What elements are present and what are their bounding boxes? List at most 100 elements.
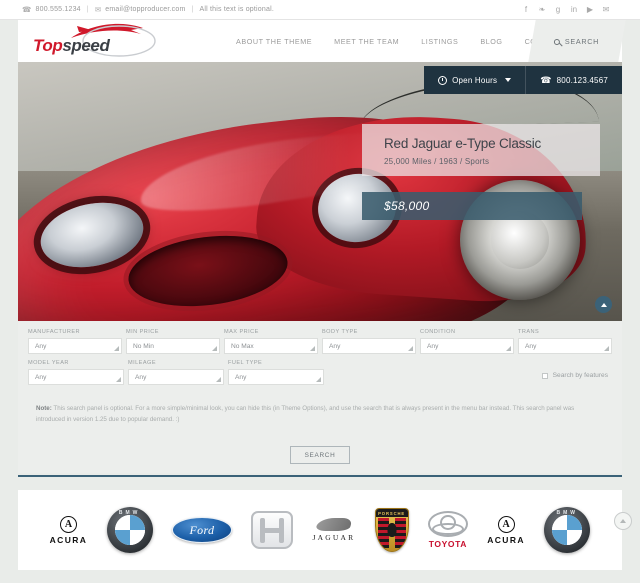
select-condition[interactable]: Any [420,338,514,354]
filter-label-body-type: BODY TYPE [322,329,358,335]
phone-icon: ☎ [540,74,552,85]
select-value-mileage: Any [135,373,147,381]
select-value-min-price: No Min [133,342,154,350]
phone-icon: ☎ [22,4,32,14]
filter-label-trans: TRANS [518,329,540,335]
footer-edge [0,570,640,583]
hero-scroll-up-button[interactable] [595,296,612,313]
facebook-icon[interactable]: f [522,6,530,14]
brand-logo-honda[interactable] [251,511,294,549]
dropdown-corner-icon [316,377,321,382]
filter-body-type: BODY TYPE Any [322,329,416,354]
filter-trans: TRANS Any [518,329,612,354]
nav-item-listings[interactable]: LISTINGS [421,37,458,46]
porsche-label: PORSCHE [378,510,406,516]
search-panel-note: Note: This search panel is optional. For… [36,403,604,426]
social-links: f ❧ g in ▶ ✉ [522,0,610,20]
open-hours-button[interactable]: Open Hours [424,66,525,94]
search-by-features-label: Search by features [552,372,608,379]
select-value-manufacturer: Any [35,342,47,350]
hero-title: Red Jaguar e-Type Classic [384,136,542,151]
hero-subtitle: 25,000 Miles / 1963 / Sports [384,157,490,166]
select-mileage[interactable]: Any [128,369,224,385]
dropdown-corner-icon [310,346,315,351]
topbar-separator-2: | [191,6,194,13]
section-divider [18,475,622,477]
search-submit-button[interactable]: SEARCH [290,446,350,464]
filter-row-1: MANUFACTURER Any MIN PRICE No Min MAX PR… [18,321,622,354]
envelope-icon: ✉ [94,4,102,14]
linkedin-icon[interactable]: in [570,6,578,14]
select-body-type[interactable]: Any [322,338,416,354]
brand-logo-acura-2[interactable]: ACURA [487,515,525,545]
logo-text-speed: speed [62,36,110,55]
filter-label-max-price: MAX PRICE [224,329,259,335]
brand-logo-bmw[interactable]: BMW [106,507,153,553]
dropdown-corner-icon [114,346,119,351]
brand-logo-bmw-2[interactable]: BMW [544,507,591,553]
filter-label-fuel-type: FUEL TYPE [228,360,263,366]
dropdown-corner-icon [408,346,413,351]
search-by-features-checkbox[interactable]: Search by features [541,372,608,379]
logo-text-top: Top [33,36,63,55]
filter-min-price: MIN PRICE No Min [126,329,220,354]
main-navigation: ABOUT THE THEME MEET THE TEAM LISTINGS B… [236,20,576,62]
twitter-icon[interactable]: ❧ [538,6,546,14]
filter-condition: CONDITION Any [420,329,514,354]
checkbox-icon[interactable] [541,372,548,379]
select-fuel-type[interactable]: Any [228,369,324,385]
chevron-up-icon [600,302,607,307]
hero-price-value: $58,000 [384,199,430,213]
header-search-label: SEARCH [565,36,600,46]
hero-phone[interactable]: ☎ 800.123.4567 [525,66,622,94]
filter-label-model-year: MODEL YEAR [28,360,69,366]
hero-banner: Open Hours ☎ 800.123.4567 Red Jaguar e-T… [18,62,622,321]
ford-oval-icon: Ford [171,517,232,543]
chevron-up-icon [620,519,626,523]
honda-h-icon [251,511,294,549]
topbar-email[interactable]: email@topproducer.com [105,6,185,13]
select-max-price[interactable]: No Max [224,338,318,354]
brand-logo-ford[interactable]: Ford [171,517,232,543]
brand-logo-toyota[interactable]: TOYOTA [427,511,468,549]
nav-item-blog[interactable]: BLOG [480,37,502,46]
brand-logo-acura[interactable]: ACURA [49,515,88,545]
search-filter-panel: MANUFACTURER Any MIN PRICE No Min MAX PR… [18,321,622,473]
select-trans[interactable]: Any [518,338,612,354]
filter-max-price: MAX PRICE No Max [224,329,318,354]
hero-caption[interactable]: Red Jaguar e-Type Classic 25,000 Miles /… [362,124,600,176]
site-header: Topspeed ABOUT THE THEME MEET THE TEAM L… [18,20,626,62]
dropdown-corner-icon [116,377,121,382]
jaguar-leaper-icon [314,518,354,531]
jaguar-label: JAGUAR [312,533,356,542]
select-model-year[interactable]: Any [28,369,124,385]
acura-label-2: ACURA [487,534,525,545]
brand-logo-porsche[interactable]: PORSCHE [374,508,409,552]
acura-caliper-icon [59,515,77,533]
envelope-social-icon[interactable]: ✉ [602,6,610,14]
filter-label-mileage: MILEAGE [128,360,157,366]
select-manufacturer[interactable]: Any [28,338,122,354]
clock-icon [438,75,448,85]
search-icon [554,38,561,44]
filter-label-manufacturer: MANUFACTURER [28,329,81,335]
googleplus-icon[interactable]: g [554,6,562,14]
select-value-body-type: Any [329,342,341,350]
select-min-price[interactable]: No Min [126,338,220,354]
select-value-max-price: No Max [231,342,254,350]
acura-label: ACURA [49,534,88,545]
chevron-down-icon [505,78,512,82]
nav-item-meet-the-team[interactable]: MEET THE TEAM [334,37,399,46]
topbar-separator-1: | [86,6,89,13]
hero-price-band: $58,000 [362,192,582,220]
hero-phone-number: 800.123.4567 [556,75,608,85]
nav-item-about-the-theme[interactable]: ABOUT THE THEME [236,37,312,46]
youtube-icon[interactable]: ▶ [586,6,594,14]
topbar-phone[interactable]: 800.555.1234 [36,6,81,13]
brand-logos-strip: ACURA BMW Ford JAGUAR [18,490,622,570]
brand-logo-jaguar[interactable]: JAGUAR [313,518,356,542]
site-logo[interactable]: Topspeed [27,22,156,60]
scroll-to-top-button[interactable] [614,512,632,530]
note-prefix: Note: [36,405,52,412]
header-search-button[interactable]: SEARCH [528,20,626,62]
